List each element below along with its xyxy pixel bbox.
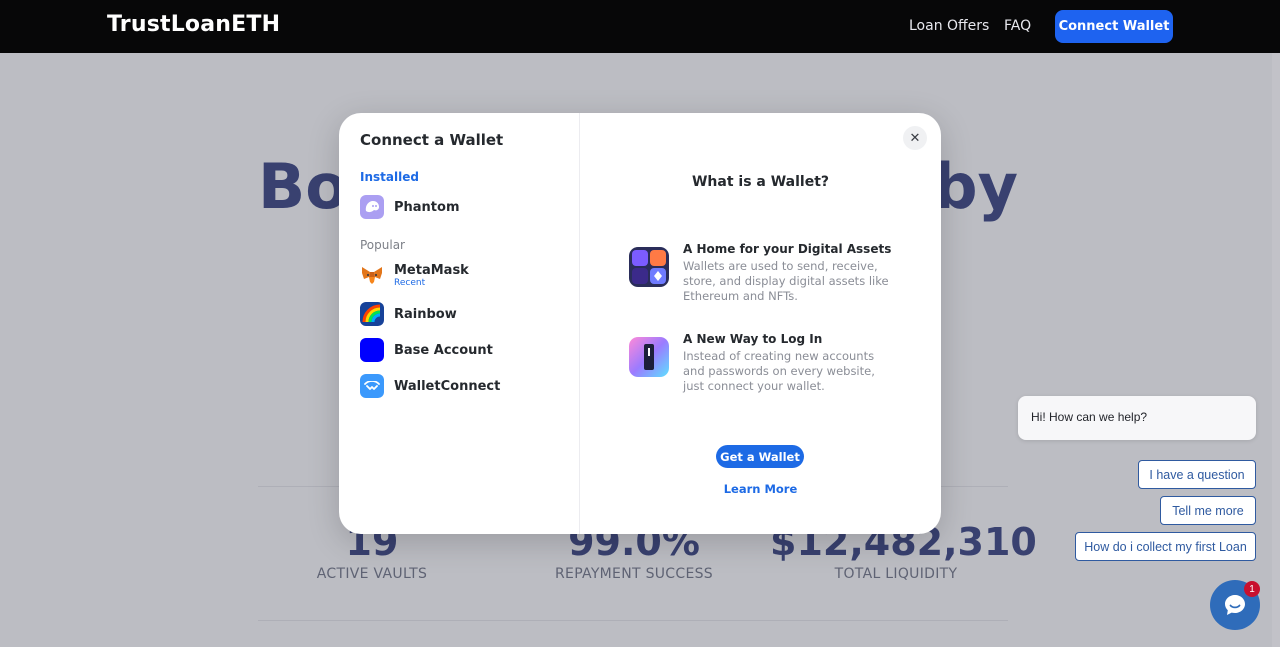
feature-heading: A Home for your Digital Assets — [683, 242, 892, 256]
wallet-info-title: What is a Wallet? — [691, 174, 830, 190]
wallet-recent-tag: Recent — [394, 277, 426, 288]
metamask-icon — [360, 263, 384, 287]
phantom-icon — [360, 195, 384, 219]
close-icon: ✕ — [909, 130, 921, 146]
chat-option-tell-more[interactable]: Tell me more — [1160, 496, 1256, 525]
site-logo[interactable]: TrustLoanETH — [107, 12, 280, 37]
wallet-name: Phantom — [394, 199, 460, 215]
feature-digital-assets: A Home for your Digital Assets Wallets a… — [629, 242, 891, 303]
feature-heading: A New Way to Log In — [683, 332, 823, 346]
wallet-option-base-account[interactable]: Base Account — [353, 333, 567, 367]
wallet-option-rainbow[interactable]: Rainbow — [353, 297, 567, 331]
wallet-name: Base Account — [394, 342, 493, 358]
modal-close-button[interactable]: ✕ — [903, 126, 927, 150]
modal-title: Connect a Wallet — [360, 131, 504, 149]
wallet-option-metamask[interactable]: MetaMask Recent — [353, 258, 567, 292]
chat-greeting-bubble: Hi! How can we help? — [1018, 396, 1256, 440]
chat-option-collect-loan[interactable]: How do i collect my first Loan — [1075, 532, 1256, 561]
feature-description: Wallets are used to send, receive, store… — [683, 259, 889, 303]
base-icon — [360, 338, 384, 362]
login-key-icon — [629, 337, 669, 377]
wallet-name: WalletConnect — [394, 378, 501, 394]
nav-faq[interactable]: FAQ — [1004, 18, 1031, 34]
feature-new-login: A New Way to Log In Instead of creating … — [629, 332, 889, 393]
learn-more-link[interactable]: Learn More — [580, 482, 941, 496]
feature-description: Instead of creating new accounts and pas… — [683, 349, 875, 393]
wallet-option-phantom[interactable]: Phantom — [353, 190, 567, 224]
page-scrollbar[interactable] — [1272, 53, 1280, 647]
connect-wallet-modal: Connect a Wallet Installed Phantom Popul… — [339, 113, 941, 534]
wallet-option-walletconnect[interactable]: WalletConnect — [353, 369, 567, 403]
chat-option-question[interactable]: I have a question — [1138, 460, 1256, 489]
walletconnect-icon — [360, 374, 384, 398]
rainbow-icon — [360, 302, 384, 326]
wallet-list-panel: Connect a Wallet Installed Phantom Popul… — [339, 113, 580, 534]
digital-assets-icon — [629, 247, 669, 287]
chat-unread-badge: 1 — [1244, 581, 1260, 597]
installed-group-label: Installed — [360, 170, 419, 184]
popular-group-label: Popular — [360, 238, 405, 252]
wallet-name: MetaMask — [394, 262, 469, 278]
wallet-name: Rainbow — [394, 306, 457, 322]
connect-wallet-button[interactable]: Connect Wallet — [1055, 10, 1173, 43]
top-nav-bar: TrustLoanETH Loan Offers FAQ Connect Wal… — [0, 0, 1280, 53]
get-a-wallet-button[interactable]: Get a Wallet — [716, 445, 804, 468]
nav-loan-offers[interactable]: Loan Offers — [909, 18, 989, 34]
chat-icon — [1225, 595, 1245, 615]
